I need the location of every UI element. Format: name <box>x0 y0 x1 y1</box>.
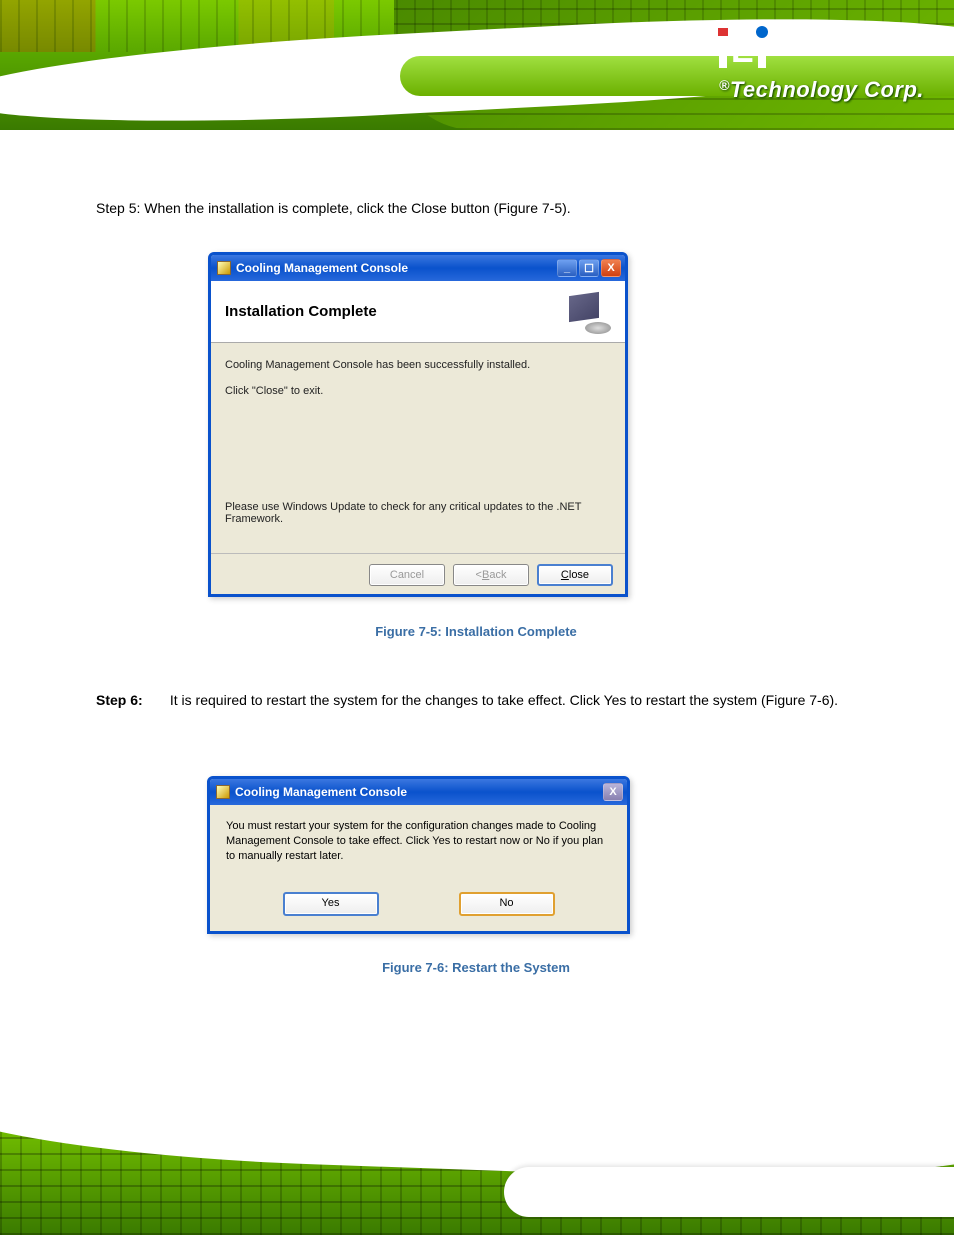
close-window-button: X <box>603 783 623 801</box>
yes-button[interactable]: Yes <box>283 892 379 916</box>
close-window-button[interactable]: X <box>601 259 621 277</box>
figure-7-5-caption: Figure 7-5: Installation Complete <box>96 624 856 639</box>
no-button[interactable]: No <box>459 892 555 916</box>
install-complete-dialog: Cooling Management Console _ ☐ X Install… <box>208 252 628 597</box>
body-line-1: Cooling Management Console has been succ… <box>225 359 611 371</box>
cancel-button: Cancel <box>369 564 445 586</box>
step-5-text: Step 5: When the installation is complet… <box>96 200 856 216</box>
installer-icon <box>217 261 231 275</box>
iei-logo-icon: E <box>719 34 766 68</box>
restart-message: You must restart your system for the con… <box>226 819 611 864</box>
installer-icon <box>216 785 230 799</box>
titlebar[interactable]: Cooling Management Console _ ☐ X <box>211 255 625 281</box>
dialog-header: Installation Complete <box>211 281 625 343</box>
window-title: Cooling Management Console <box>235 785 603 799</box>
installer-art-icon <box>555 290 611 334</box>
figure-7-6-caption: Figure 7-6: Restart the System <box>96 960 856 975</box>
top-banner: E ®Technology Corp. <box>0 0 954 130</box>
logo: E ®Technology Corp. <box>719 34 924 103</box>
dialog-heading: Installation Complete <box>225 303 377 320</box>
titlebar[interactable]: Cooling Management Console X <box>210 779 627 805</box>
restart-dialog: Cooling Management Console X You must re… <box>207 776 630 934</box>
net-framework-note: Please use Windows Update to check for a… <box>225 501 611 525</box>
body-line-2: Click "Close" to exit. <box>225 385 611 397</box>
back-button: < Back <box>453 564 529 586</box>
dialog-body: Cooling Management Console has been succ… <box>211 343 625 553</box>
bottom-banner <box>0 1110 954 1235</box>
minimize-button[interactable]: _ <box>557 259 577 277</box>
logo-text: ®Technology Corp. <box>719 77 924 103</box>
dialog-footer: Cancel < Back Close <box>211 553 625 595</box>
maximize-button[interactable]: ☐ <box>579 259 599 277</box>
close-button[interactable]: Close <box>537 564 613 586</box>
bottom-white-pill <box>504 1167 954 1217</box>
window-title: Cooling Management Console <box>236 261 557 275</box>
step-6-text: Step 6: It is required to restart the sy… <box>96 690 896 711</box>
dialog-body: You must restart your system for the con… <box>210 805 627 930</box>
